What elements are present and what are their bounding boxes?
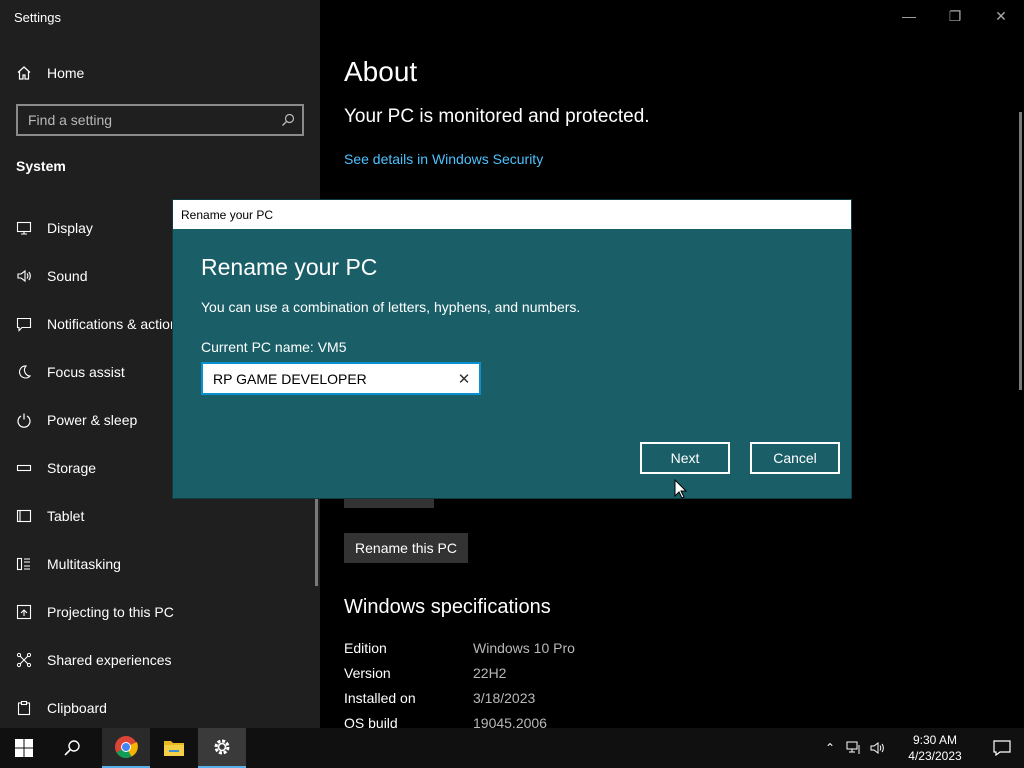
spec-row: Installed on 3/18/2023 [344,690,575,715]
dialog-description: You can use a combination of letters, hy… [201,299,581,315]
rename-pc-button[interactable]: Rename this PC [344,533,468,563]
restore-icon: ❐ [948,7,962,24]
show-hidden-icons-button[interactable]: ⌃ [818,728,842,768]
app-title: Settings [14,10,61,25]
notification-icon [993,740,1011,756]
sidebar-item-label: Notifications & actions [47,316,185,332]
projector-icon [16,604,32,620]
taskbar-settings[interactable] [198,728,246,768]
taskbar-search-button[interactable] [48,728,96,768]
rename-dialog: Rename your PC Rename your PC You can us… [172,199,852,499]
sidebar-item-label: Storage [47,460,97,476]
page-title: About [344,56,418,87]
spec-key: Version [344,665,391,681]
clock-time: 9:30 AM [912,733,958,747]
current-pc-name: Current PC name: VM5 [201,339,347,355]
chevron-up-icon: ⌃ [824,741,836,755]
sidebar-item-shared-experiences[interactable]: Shared experiences [0,636,320,684]
section-title-system: System [16,158,66,174]
sidebar-item-tablet[interactable]: Tablet [0,492,320,540]
sidebar-scrollbar[interactable] [315,490,318,586]
sidebar-item-projecting[interactable]: Projecting to this PC [0,588,320,636]
moon-icon [16,364,32,380]
dialog-titlebar[interactable]: Rename your PC [173,200,851,229]
windows-security-link[interactable]: See details in Windows Security [344,151,543,167]
specs-title: Windows specifications [344,596,551,618]
clock-date: 4/23/2023 [908,749,962,763]
specs-table: Edition Windows 10 Pro Version 22H2 Inst… [344,640,575,740]
gear-icon [214,739,230,755]
mouse-cursor-icon [674,479,688,499]
minimize-icon: — [902,8,916,24]
sidebar-item-label: Multitasking [47,556,121,572]
power-icon [16,412,32,428]
dialog-window-title: Rename your PC [181,207,274,222]
monitor-icon [16,220,32,236]
home-icon [17,66,31,80]
windows-logo-icon [15,739,33,757]
sidebar-home-label: Home [47,65,85,81]
sidebar-item-clipboard[interactable]: Clipboard [0,684,320,732]
search-icon[interactable] [274,113,302,127]
tablet-icon [16,508,32,524]
sidebar-home[interactable]: Home [16,62,84,84]
minimize-button[interactable]: — [886,0,932,32]
main-scrollbar[interactable] [1019,112,1022,390]
multitasking-icon [16,556,32,572]
network-icon [846,741,860,754]
sidebar-item-label: Clipboard [47,700,107,716]
start-button[interactable] [0,728,48,768]
sidebar-item-label: Sound [47,268,88,284]
next-button[interactable]: Next [640,442,730,474]
folder-icon [164,741,184,756]
action-center-button[interactable] [980,728,1024,768]
chrome-icon [115,736,138,758]
pc-name-input[interactable] [203,370,449,387]
speaker-icon [870,742,884,754]
taskbar-file-explorer[interactable] [150,728,198,768]
sidebar-item-label: Display [47,220,93,236]
storage-icon [16,460,32,476]
cancel-button[interactable]: Cancel [750,442,840,474]
sidebar-item-label: Power & sleep [47,412,138,428]
spec-row: Edition Windows 10 Pro [344,640,575,665]
taskbar-chrome[interactable] [102,728,150,768]
close-icon: ✕ [995,7,1007,24]
sidebar-item-label: Focus assist [47,364,125,380]
taskbar: ⌃ 9:30 AM 4/23/2023 [0,728,1024,768]
notification-icon [16,316,32,332]
clipboard-icon [16,700,32,716]
protection-status: Your PC is monitored and protected. [344,106,650,127]
dialog-heading: Rename your PC [201,254,378,280]
sidebar-item-label: Projecting to this PC [47,604,174,620]
volume-button[interactable] [866,728,890,768]
shared-icon [16,652,32,668]
pc-name-field[interactable]: ✕ [201,362,481,395]
spec-row: Version 22H2 [344,665,575,690]
sidebar-item-label: Tablet [47,508,85,524]
network-button[interactable] [842,728,866,768]
clock[interactable]: 9:30 AM 4/23/2023 [890,732,980,764]
spec-key: Edition [344,640,387,656]
spec-value: Windows 10 Pro [473,640,575,656]
search-box[interactable] [16,104,304,136]
system-tray: ⌃ 9:30 AM 4/23/2023 [818,728,1024,768]
search-input[interactable] [18,112,274,128]
restore-button[interactable]: ❐ [932,0,978,32]
spec-value: 3/18/2023 [473,690,536,706]
window-controls: — ❐ ✕ [886,0,1024,32]
speaker-icon [16,268,32,284]
search-icon [64,740,80,756]
spec-key: Installed on [344,690,416,706]
sidebar-item-label: Shared experiences [47,652,172,668]
sidebar-item-multitasking[interactable]: Multitasking [0,540,320,588]
clear-text-icon[interactable]: ✕ [449,370,479,388]
close-button[interactable]: ✕ [978,0,1024,32]
spec-value: 22H2 [473,665,507,681]
